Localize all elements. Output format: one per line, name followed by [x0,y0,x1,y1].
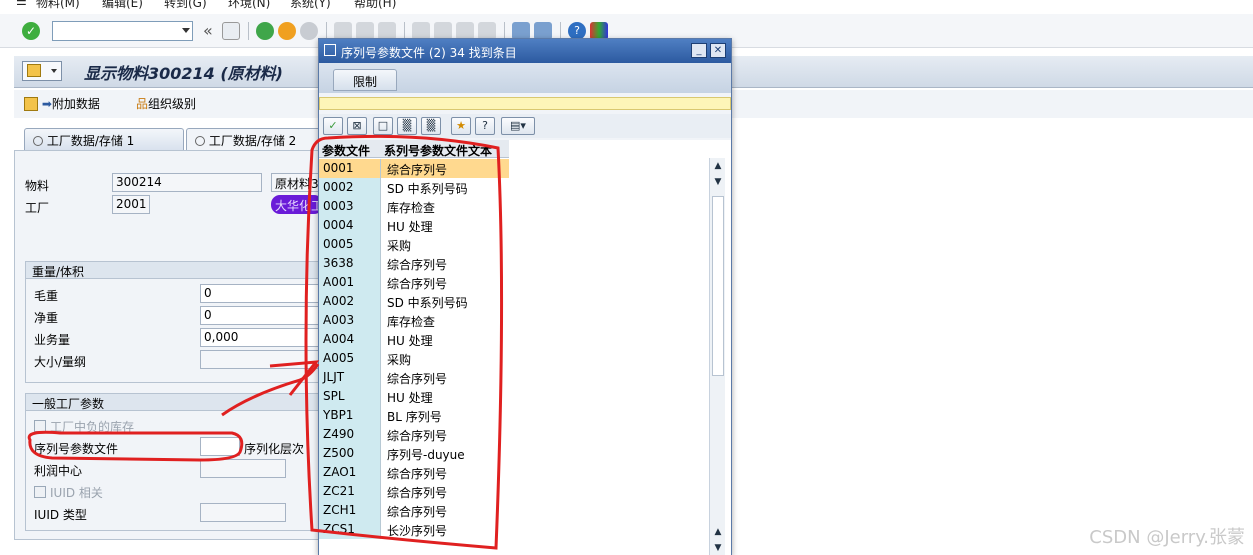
annotation-arrow-head [269,360,320,396]
annotation-overlay [27,134,504,550]
annotation-box-list [304,134,504,550]
watermark: CSDN @Jerry.张蒙 [1089,527,1245,548]
annotation-circle-field [27,430,244,462]
annotation-arrow-line [221,363,320,417]
